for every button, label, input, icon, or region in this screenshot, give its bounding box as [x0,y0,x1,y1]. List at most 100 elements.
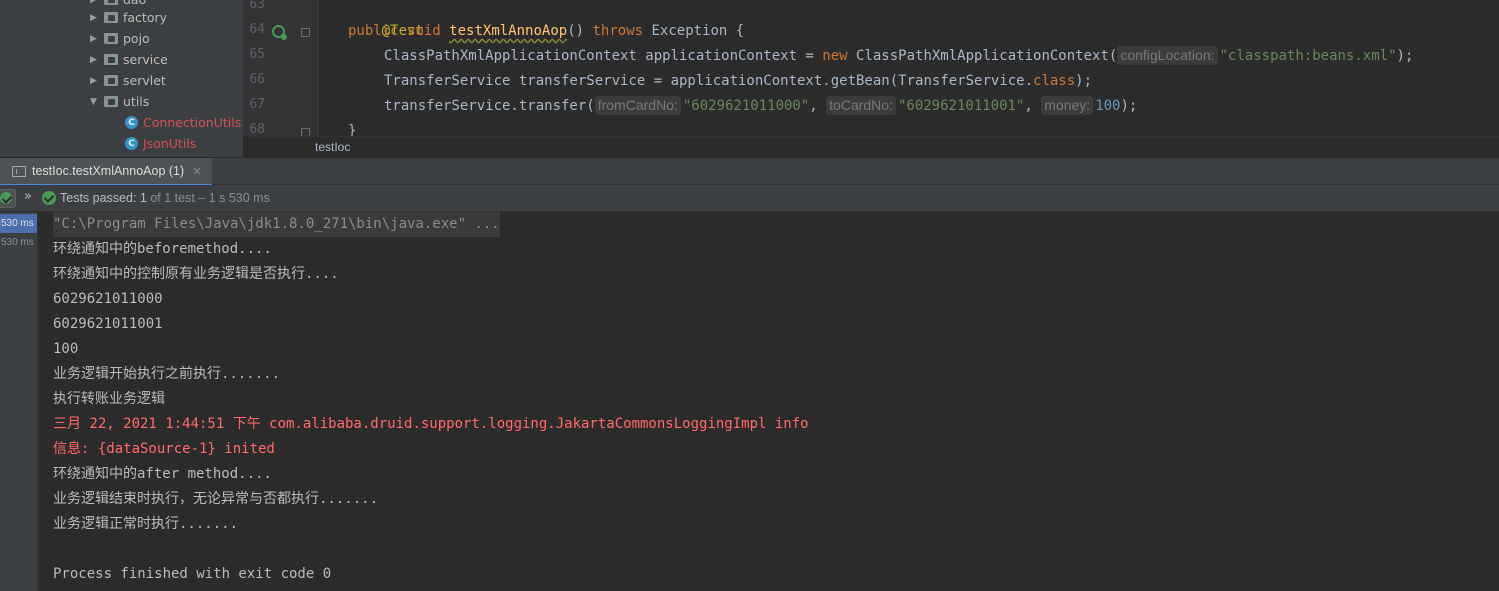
console-output[interactable]: "C:\Program Files\Java\jdk1.8.0_271\bin\… [38,212,1499,591]
expand-arrow-icon[interactable]: ▶ [90,55,104,65]
folder-icon [104,0,118,5]
tree-item-label: ConnectionUtils [143,115,242,130]
code-token: class [1033,73,1076,89]
tree-item-connectionutils[interactable]: C ConnectionUtils [125,112,241,133]
test-status-text: Tests passed: 1 of 1 test – 1 s 530 ms [60,191,270,205]
code-line-66: TransferService transferService = applic… [384,69,1092,94]
console-line: 环绕通知中的beforemethod.... [53,241,272,257]
line-number: 67 [249,97,265,112]
line-number: 64 [249,22,265,37]
code-token: , [809,98,827,114]
code-token: TransferService transferService = applic… [384,73,1034,89]
tree-item-servlet[interactable]: ▶ servlet [90,70,166,91]
line-number: 68 [249,122,265,136]
tree-item-utils[interactable]: ▼ utils [90,91,149,112]
console-line: 环绕通知中的after method.... [53,466,272,482]
string-literal: "6029621011001" [897,98,1025,114]
run-tab[interactable]: testIoc.testXmlAnnoAop (1) × [0,158,213,186]
tree-item-label: JsonUtils [143,136,197,151]
code-token: ); [1396,48,1414,64]
status-passed-label: Tests passed: [60,191,140,205]
code-token: , [1024,98,1042,114]
code-line-68: } [348,119,356,136]
more-actions-chevron-icon[interactable]: » [24,189,32,204]
breadcrumb[interactable]: testIoc [315,140,350,154]
code-token: ClassPathXmlApplicationContext applicati… [384,48,823,64]
test-timing-child[interactable]: 530 ms [0,233,34,252]
project-tree: ▶ dao ▶ factory ▶ pojo ▶ service ▶ servl… [0,0,243,157]
line-number: 66 [249,72,265,87]
expand-arrow-icon[interactable]: ▶ [90,13,104,23]
test-results-tree: 530 ms 530 ms [0,212,38,591]
status-count: 1 [139,191,147,205]
string-literal: "6029621011000" [682,98,810,114]
tree-item-label: service [123,52,168,67]
close-icon[interactable]: × [192,164,202,178]
number-literal: 100 [1095,98,1121,114]
console-line: 100 [53,341,79,357]
run-test-icon[interactable] [272,25,287,40]
folder-icon [104,96,118,107]
editor-gutter: 63 64 65 66 67 68 [243,0,319,136]
code-token: ClassPathXmlApplicationContext( [847,48,1118,64]
expand-arrow-icon[interactable]: ▶ [90,0,104,5]
code-token: Exception { [651,23,745,39]
tree-item-factory[interactable]: ▶ factory [90,7,167,28]
check-icon [42,191,56,205]
parameter-hint: configLocation: [1117,46,1218,65]
tree-item-service[interactable]: ▶ service [90,49,168,70]
folder-icon [104,75,118,86]
tree-item-pojo[interactable]: ▶ pojo [90,28,150,49]
code-line-64: public void testXmlAnnoAop() throws Exce… [348,19,744,44]
expand-arrow-icon[interactable]: ▶ [90,76,104,86]
line-number: 63 [249,0,265,12]
console-exit-line: Process finished with exit code 0 [53,566,332,582]
code-editor[interactable]: @Test public void testXmlAnnoAop() throw… [320,0,1499,136]
code-token: ); [1120,98,1138,114]
string-literal: "classpath:beans.xml" [1219,48,1397,64]
expand-arrow-icon[interactable]: ▶ [90,34,104,44]
console-error-line: 信息: {dataSource-1} inited [53,441,275,457]
folder-icon [104,12,118,23]
code-token: ); [1075,73,1093,89]
code-token: void [407,23,441,39]
tree-item-label: utils [123,94,150,109]
tree-item-label: dao [123,0,146,7]
console-error-line: 三月 22, 2021 1:44:51 下午 com.alibaba.druid… [53,416,809,432]
console-line: 6029621011000 [53,291,163,307]
parameter-hint: toCardNo: [826,96,896,115]
show-passed-toggle[interactable] [0,189,16,208]
fold-icon[interactable] [301,128,310,136]
test-status-bar: » Tests passed: 1 of 1 test – 1 s 530 ms [0,185,1499,212]
tree-item-jsonutils[interactable]: C JsonUtils [125,133,196,154]
tree-item-label: pojo [123,31,150,46]
code-token: } [348,123,357,136]
code-token: transferService.transfer( [384,98,595,114]
parameter-hint: fromCardNo: [594,96,681,115]
tree-item-label: factory [123,10,168,25]
code-token: new [822,48,848,64]
code-token: throws [592,23,644,39]
tree-item-label: servlet [123,73,166,88]
run-config-icon [12,165,26,177]
code-line-65: ClassPathXmlApplicationContext applicati… [384,44,1413,69]
code-token: () [567,23,585,39]
collapse-arrow-icon[interactable]: ▼ [90,97,104,107]
code-token: public [348,23,399,39]
run-tab-label: testIoc.testXmlAnnoAop (1) [32,164,185,178]
folder-icon [104,54,118,65]
test-timing-root[interactable]: 530 ms [0,214,37,233]
class-icon: C [125,116,138,129]
console-command-line: "C:\Program Files\Java\jdk1.8.0_271\bin\… [53,212,500,237]
status-detail: of 1 test – 1 s 530 ms [146,191,270,205]
method-name: testXmlAnnoAop [449,23,568,39]
parameter-hint: money: [1041,96,1094,115]
console-line: 业务逻辑正常时执行....... [53,516,239,532]
check-icon [0,192,12,204]
line-number: 65 [249,47,265,62]
code-line-67: transferService.transfer(fromCardNo: "602… [384,94,1137,119]
console-line: 环绕通知中的控制原有业务逻辑是否执行.... [53,266,339,282]
fold-icon[interactable] [301,28,310,37]
breadcrumb-bar: testIoc [243,136,1499,157]
code-line-63: @Test [348,0,424,39]
